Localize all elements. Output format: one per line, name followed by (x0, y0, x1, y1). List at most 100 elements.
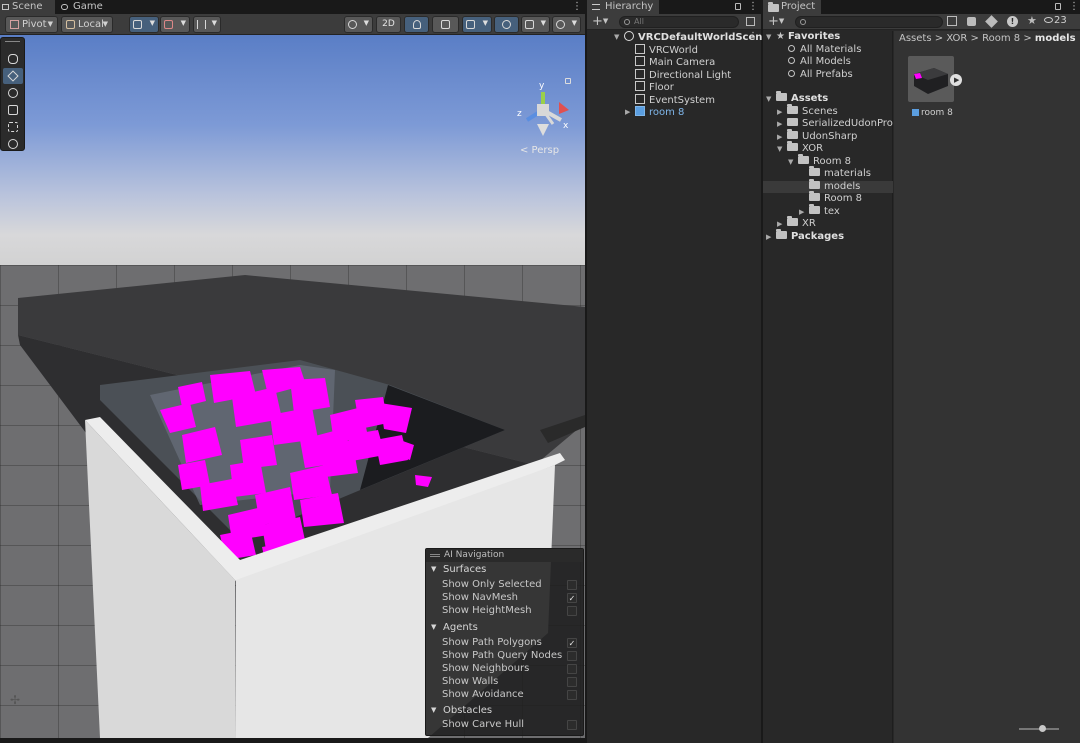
scene-menu-icon[interactable]: ⋮ (572, 1, 582, 13)
hierarchy-item[interactable]: Main Camera (635, 56, 715, 68)
favorite-item[interactable]: All Prefabs (788, 69, 853, 81)
gizmos-dropdown[interactable]: ▼ (552, 16, 581, 33)
local-dropdown[interactable]: Local ▼ (61, 16, 113, 33)
option-show-neighbours[interactable]: Show Neighbours (442, 662, 582, 675)
checkbox[interactable] (567, 606, 577, 616)
breadcrumb-item[interactable]: XOR (946, 33, 967, 44)
checkbox[interactable] (567, 677, 577, 687)
hidden-packages-toggle[interactable]: 23 (1044, 15, 1067, 26)
checkbox[interactable] (567, 664, 577, 674)
2d-toggle[interactable]: 2D (376, 16, 401, 33)
scene-row-menu-icon[interactable]: ⋮ (748, 31, 758, 43)
tab-game[interactable]: Game (57, 0, 109, 14)
move-tool[interactable] (3, 68, 23, 84)
option-show-only-selected[interactable]: Show Only Selected (442, 578, 582, 591)
section-agents[interactable]: ▼ Agents (426, 621, 583, 634)
lock-icon[interactable] (1055, 3, 1061, 10)
folder-item[interactable]: ▶ UdonSharp (777, 128, 857, 143)
tab-hierarchy[interactable]: Hierarchy (587, 0, 659, 14)
slider-knob[interactable] (1039, 725, 1046, 732)
add-object-button[interactable]: +▼ (592, 14, 608, 29)
ruler-dropdown[interactable]: ▼ (193, 16, 221, 33)
hierarchy-menu-icon[interactable]: ⋮ (748, 1, 758, 13)
hierarchy-search-input[interactable]: All (619, 16, 739, 28)
folder-item-models-selected[interactable]: models (809, 178, 860, 193)
expand-asset-button[interactable]: ▶ (950, 74, 962, 86)
checkbox[interactable] (567, 580, 577, 590)
scene-root-row[interactable]: ▼ VRCDefaultWorldScen (614, 31, 762, 43)
favorite-item[interactable]: All Materials (788, 44, 861, 56)
folder-item[interactable]: ▶ tex (799, 203, 840, 218)
checkbox[interactable] (567, 720, 577, 730)
camera-dropdown[interactable]: ▼ (521, 16, 550, 33)
folder-item[interactable]: Room 8 (809, 191, 862, 205)
tab-scene[interactable]: Scene (0, 0, 55, 14)
orientation-gizmo[interactable]: y z x (515, 78, 575, 155)
tab-project[interactable]: Project (763, 0, 821, 14)
lock-icon[interactable] (735, 3, 741, 10)
folder-item-room8[interactable]: ▼ Room 8 (788, 153, 851, 168)
audio-toggle[interactable] (432, 16, 459, 33)
option-show-walls[interactable]: Show Walls (442, 675, 582, 688)
project-menu-icon[interactable]: ⋮ (1069, 1, 1079, 13)
scale-tool[interactable] (3, 102, 23, 118)
search-by-type-icon[interactable] (947, 16, 957, 26)
projection-toggle[interactable]: < Persp (520, 145, 559, 156)
effects-dropdown[interactable]: ▼ (462, 16, 492, 33)
option-show-navmesh[interactable]: Show NavMesh ✓ (442, 591, 582, 604)
hierarchy-item[interactable]: VRCWorld (635, 43, 698, 56)
breadcrumb-item[interactable]: Assets (899, 33, 932, 44)
checkbox[interactable]: ✓ (567, 593, 577, 603)
section-obstacles[interactable]: ▼ Obstacles (426, 704, 583, 717)
fold-arrow-icon[interactable]: ▶ (777, 118, 782, 130)
asset-label[interactable]: room 8 (912, 108, 953, 118)
grid-snap-toggle[interactable]: ▼ (129, 16, 159, 33)
hand-tool[interactable] (3, 51, 23, 67)
rect-tool[interactable] (3, 119, 23, 135)
folder-item-xor[interactable]: ▼ XOR (777, 141, 823, 155)
pivot-dropdown[interactable]: Pivot ▼ (5, 16, 58, 33)
hierarchy-item[interactable]: Directional Light (635, 68, 731, 81)
folder-item[interactable]: ▶ XR (777, 216, 816, 230)
option-show-avoidance[interactable]: Show Avoidance (442, 688, 582, 701)
folder-item[interactable]: materials (809, 166, 871, 180)
hierarchy-item[interactable]: EventSystem (635, 93, 715, 106)
favorites-header[interactable]: ▼ ★ Favorites (766, 31, 840, 43)
asset-thumbnail[interactable] (908, 56, 954, 102)
favorite-item[interactable]: All Models (788, 56, 851, 68)
project-search-input[interactable] (795, 16, 943, 28)
thumbnail-size-slider[interactable] (1019, 725, 1059, 732)
fold-arrow-icon: ▼ (766, 95, 772, 103)
create-asset-button[interactable]: +▼ (768, 14, 784, 29)
checkbox[interactable] (567, 651, 577, 661)
breadcrumb-item[interactable]: Room 8 (982, 33, 1020, 44)
option-show-path-polygons[interactable]: Show Path Polygons ✓ (442, 636, 582, 649)
checkbox[interactable]: ✓ (567, 638, 577, 648)
checkbox[interactable] (567, 690, 577, 700)
hidden-objects-toggle[interactable] (494, 16, 519, 33)
palette-grip[interactable] (5, 41, 20, 43)
option-show-carve-hull[interactable]: Show Carve Hull (442, 718, 582, 731)
filter-by-type-icon[interactable] (967, 17, 976, 26)
assets-folder[interactable]: ▼ Assets (766, 91, 828, 105)
scene-visibility-icon[interactable] (746, 17, 755, 26)
folder-item[interactable]: ▶ Scenes (777, 103, 838, 118)
lock-icon[interactable] (565, 78, 571, 84)
option-show-heightmesh[interactable]: Show HeightMesh (442, 604, 582, 617)
hierarchy-item[interactable]: Floor (635, 81, 674, 93)
rotate-tool[interactable] (3, 85, 23, 101)
hierarchy-prefab-item[interactable]: ▶ room 8 (625, 106, 684, 118)
snap-increment-dropdown[interactable]: ▼ (160, 16, 190, 33)
option-show-path-query-nodes[interactable]: Show Path Query Nodes (442, 649, 582, 662)
favorite-star-icon[interactable]: ★ (1027, 14, 1037, 27)
lighting-toggle[interactable] (404, 16, 429, 33)
transform-tool[interactable] (3, 136, 23, 152)
packages-folder[interactable]: ▶ Packages (766, 229, 844, 243)
draw-mode-dropdown[interactable]: ▼ (344, 16, 373, 33)
filter-by-label-icon[interactable] (985, 15, 998, 28)
folder-item[interactable]: SerializedUdonProgra (787, 118, 893, 130)
warning-icon[interactable]: ! (1007, 16, 1018, 27)
rotate-icon (8, 88, 18, 98)
section-surfaces[interactable]: ▼ Surfaces (426, 563, 583, 576)
ai-navigation-title-bar[interactable]: AI Navigation (426, 549, 583, 562)
